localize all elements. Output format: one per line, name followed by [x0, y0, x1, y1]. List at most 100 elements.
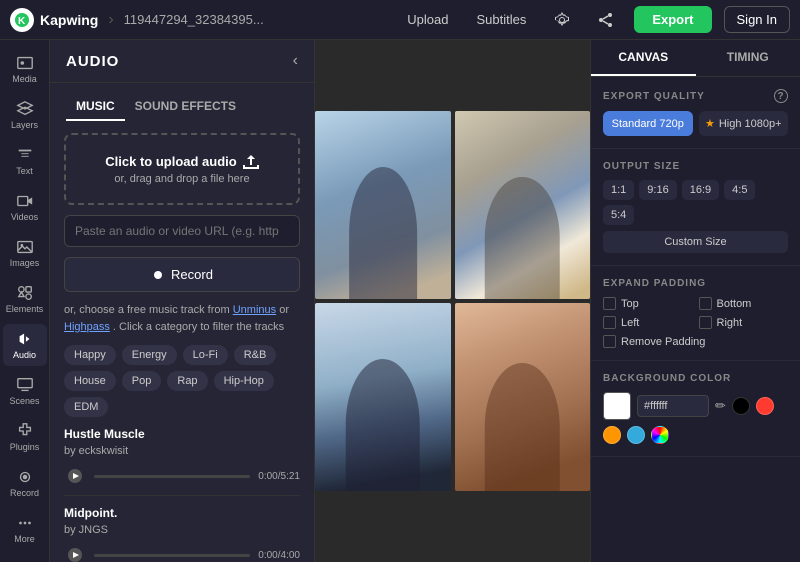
remove-padding-checkbox[interactable]: [603, 335, 616, 348]
record-button[interactable]: Record: [64, 257, 300, 292]
padding-right-option[interactable]: Right: [699, 316, 789, 329]
color-swatch-blue[interactable]: [627, 426, 645, 444]
size-4-5[interactable]: 4:5: [724, 180, 755, 200]
size-16-9[interactable]: 16:9: [682, 180, 719, 200]
settings-button[interactable]: [546, 4, 578, 36]
collapse-panel-button[interactable]: ‹: [293, 52, 298, 70]
canvas-area[interactable]: [315, 40, 590, 562]
padding-left-option[interactable]: Left: [603, 316, 693, 329]
color-rainbow-picker[interactable]: [651, 426, 669, 444]
highpass-link[interactable]: Highpass: [64, 321, 110, 333]
sidebar-item-media[interactable]: Media: [3, 48, 47, 90]
padding-right-label: Right: [717, 317, 743, 329]
tab-sound-effects[interactable]: SOUND EFFECTS: [125, 93, 246, 121]
padding-top-label: Top: [621, 298, 639, 310]
tab-canvas[interactable]: CANVAS: [591, 40, 696, 76]
high-quality-button[interactable]: ★ High 1080p+: [699, 111, 789, 136]
genre-rnb[interactable]: R&B: [234, 345, 277, 365]
genre-pop[interactable]: Pop: [122, 371, 162, 391]
genre-house[interactable]: House: [64, 371, 116, 391]
color-swatch-red[interactable]: [756, 397, 774, 415]
size-5-4[interactable]: 5:4: [603, 205, 634, 225]
track-play-button[interactable]: [64, 544, 86, 562]
padding-top-option[interactable]: Top: [603, 297, 693, 310]
signin-button[interactable]: Sign In: [724, 6, 790, 33]
free-music-text: or, choose a free music track from Unmin…: [64, 302, 300, 335]
padding-grid: Top Bottom Left Right: [603, 297, 788, 329]
breadcrumb-separator: ›: [108, 11, 113, 29]
track-play-button[interactable]: [64, 465, 86, 487]
track-time: 0:00/4:00: [258, 550, 300, 561]
sidebar-item-text[interactable]: Text: [3, 140, 47, 182]
canvas-image-2: [455, 111, 591, 299]
genre-happy[interactable]: Happy: [64, 345, 116, 365]
track-item: Hustle Muscle by eckskwisit 0:00/5:21: [64, 427, 300, 496]
track-name: Hustle Muscle: [64, 427, 300, 441]
upload-button[interactable]: Upload: [399, 8, 456, 31]
tab-timing[interactable]: TIMING: [696, 40, 800, 76]
share-button[interactable]: [590, 4, 622, 36]
track-bar[interactable]: [94, 554, 250, 557]
sidebar-item-scenes[interactable]: Scenes: [3, 370, 47, 412]
help-icon[interactable]: ?: [774, 89, 788, 103]
sidebar-item-record[interactable]: Record: [3, 462, 47, 504]
canvas-image-1: [315, 111, 451, 299]
padding-left-checkbox[interactable]: [603, 316, 616, 329]
genre-edm[interactable]: EDM: [64, 397, 108, 417]
breadcrumb-file: 119447294_32384395...: [124, 12, 264, 27]
sidebar-item-audio[interactable]: Audio: [3, 324, 47, 366]
genre-rap[interactable]: Rap: [167, 371, 207, 391]
padding-right-checkbox[interactable]: [699, 316, 712, 329]
genre-energy[interactable]: Energy: [122, 345, 177, 365]
logo[interactable]: K Kapwing: [10, 8, 98, 32]
genre-tags: Happy Energy Lo-Fi R&B House Pop Rap Hip…: [64, 345, 300, 417]
sidebar-item-elements[interactable]: Elements: [3, 278, 47, 320]
color-swatch-orange[interactable]: [603, 426, 621, 444]
output-size-label: OUTPUT SIZE: [603, 161, 788, 172]
color-row: ✏: [603, 392, 788, 444]
sidebar-item-layers[interactable]: Layers: [3, 94, 47, 136]
remove-padding-option[interactable]: Remove Padding: [603, 335, 788, 348]
track-progress: 0:00/4:00: [64, 544, 300, 562]
background-color-label: BACKGROUND COLOR: [603, 373, 788, 384]
standard-quality-button[interactable]: Standard 720p: [603, 111, 693, 136]
track-name: Midpoint.: [64, 506, 300, 520]
export-button[interactable]: Export: [634, 6, 711, 33]
canvas-image-3: [315, 303, 451, 491]
sidebar-item-plugins[interactable]: Plugins: [3, 416, 47, 458]
upload-title: Click to upload audio: [78, 153, 286, 169]
svg-text:K: K: [18, 16, 26, 27]
track-author: by JNGS: [64, 524, 300, 536]
audio-tabs: MUSIC SOUND EFFECTS: [50, 83, 314, 121]
url-input[interactable]: [64, 215, 300, 247]
track-bar[interactable]: [94, 475, 250, 478]
custom-size-button[interactable]: Custom Size: [603, 231, 788, 253]
tab-music[interactable]: MUSIC: [66, 93, 125, 121]
unminus-link[interactable]: Unminus: [233, 304, 276, 316]
padding-bottom-option[interactable]: Bottom: [699, 297, 789, 310]
size-9-16[interactable]: 9:16: [639, 180, 676, 200]
color-preview[interactable]: [603, 392, 631, 420]
sidebar-item-more[interactable]: More: [3, 508, 47, 550]
right-panel: CANVAS TIMING EXPORT QUALITY ? Standard …: [590, 40, 800, 562]
sidebar-item-images[interactable]: Images: [3, 232, 47, 274]
export-quality-section: EXPORT QUALITY ? Standard 720p ★ High 10…: [591, 77, 800, 149]
genre-lofi[interactable]: Lo-Fi: [183, 345, 228, 365]
padding-top-checkbox[interactable]: [603, 297, 616, 310]
audio-panel-title: AUDIO: [66, 53, 119, 70]
genre-hiphop[interactable]: Hip-Hop: [214, 371, 274, 391]
audio-panel-header: AUDIO ‹: [50, 40, 314, 83]
background-color-section: BACKGROUND COLOR ✏: [591, 361, 800, 457]
padding-bottom-label: Bottom: [717, 298, 752, 310]
logo-text: Kapwing: [40, 12, 98, 28]
upload-audio-box[interactable]: Click to upload audio or, drag and drop …: [64, 133, 300, 205]
padding-bottom-checkbox[interactable]: [699, 297, 712, 310]
sidebar-icons: Media Layers Text Videos Images Elements…: [0, 40, 50, 562]
color-swatch-black[interactable]: [732, 397, 750, 415]
output-size-section: OUTPUT SIZE 1:1 9:16 16:9 4:5 5:4 Custom…: [591, 149, 800, 266]
color-hex-input[interactable]: [637, 395, 709, 417]
size-1-1[interactable]: 1:1: [603, 180, 634, 200]
color-pencil-button[interactable]: ✏: [715, 398, 726, 414]
subtitles-button[interactable]: Subtitles: [468, 8, 534, 31]
sidebar-item-videos[interactable]: Videos: [3, 186, 47, 228]
